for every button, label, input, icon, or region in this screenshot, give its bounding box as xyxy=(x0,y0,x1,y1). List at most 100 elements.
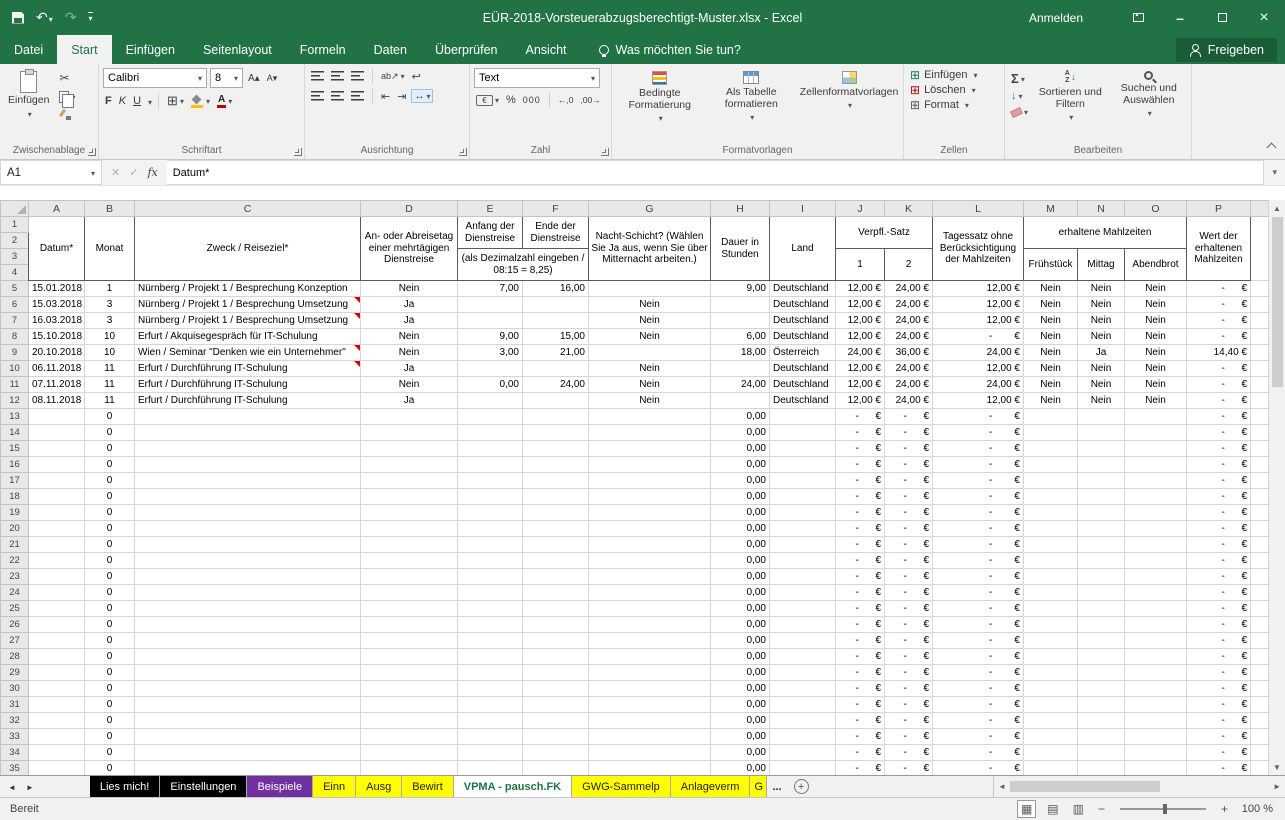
cell-B22[interactable]: 0 xyxy=(85,553,135,569)
cell-F25[interactable] xyxy=(523,601,589,617)
cell-J14[interactable]: - € xyxy=(836,425,885,441)
delete-cells-button[interactable]: ⊞Löschen xyxy=(908,83,1000,97)
col-header-C[interactable]: C xyxy=(135,201,361,217)
cell-C21[interactable] xyxy=(135,537,361,553)
cell-B23[interactable]: 0 xyxy=(85,569,135,585)
cell-K8[interactable]: 24,00 € xyxy=(885,329,933,345)
cell-M31[interactable] xyxy=(1024,697,1078,713)
cell-N13[interactable] xyxy=(1078,409,1125,425)
cell-A30[interactable] xyxy=(29,681,85,697)
cell-I29[interactable] xyxy=(770,665,836,681)
cell-C27[interactable] xyxy=(135,633,361,649)
cell-H31[interactable]: 0,00 xyxy=(711,697,770,713)
cell-L35[interactable]: - € xyxy=(933,761,1024,776)
cell-I12[interactable]: Deutschland xyxy=(770,393,836,409)
cell-M16[interactable] xyxy=(1024,457,1078,473)
cell-H11[interactable]: 24,00 xyxy=(711,377,770,393)
cell-G27[interactable] xyxy=(589,633,711,649)
header-ende[interactable]: Ende der Dienstreise xyxy=(523,217,589,249)
cell-G30[interactable] xyxy=(589,681,711,697)
cell-N25[interactable] xyxy=(1078,601,1125,617)
cell-G8[interactable]: Nein xyxy=(589,329,711,345)
cell-J32[interactable]: - € xyxy=(836,713,885,729)
col-header-P[interactable]: P xyxy=(1187,201,1251,217)
cell-O22[interactable] xyxy=(1125,553,1187,569)
select-all-corner[interactable] xyxy=(1,201,29,217)
cell-I17[interactable] xyxy=(770,473,836,489)
cell-C19[interactable] xyxy=(135,505,361,521)
cell-J17[interactable]: - € xyxy=(836,473,885,489)
cell-C5[interactable]: Nürnberg / Projekt 1 / Besprechung Konze… xyxy=(135,281,361,297)
ribbon-display-options-button[interactable] xyxy=(1117,0,1159,35)
cell-J23[interactable]: - € xyxy=(836,569,885,585)
cell-I27[interactable] xyxy=(770,633,836,649)
cell-O13[interactable] xyxy=(1125,409,1187,425)
cell-I30[interactable] xyxy=(770,681,836,697)
cell-L28[interactable]: - € xyxy=(933,649,1024,665)
cell-M29[interactable] xyxy=(1024,665,1078,681)
alignment-dialog-launcher[interactable] xyxy=(459,148,467,156)
cell-H6[interactable] xyxy=(711,297,770,313)
cell-E5[interactable]: 7,00 xyxy=(458,281,523,297)
cell-G24[interactable] xyxy=(589,585,711,601)
tab-einfuegen[interactable]: Einfügen xyxy=(112,35,189,64)
cell-P30[interactable]: - € xyxy=(1187,681,1251,697)
cell-N16[interactable] xyxy=(1078,457,1125,473)
sheet-tab-einstellungen[interactable]: Einstellungen xyxy=(160,776,247,797)
bold-button[interactable]: F xyxy=(103,94,114,108)
cell-L34[interactable]: - € xyxy=(933,745,1024,761)
row-header-28[interactable]: 28 xyxy=(1,649,29,665)
fill-button[interactable] xyxy=(1009,89,1030,103)
cell-H32[interactable]: 0,00 xyxy=(711,713,770,729)
cell-G34[interactable] xyxy=(589,745,711,761)
cell-C11[interactable]: Erfurt / Durchführung IT-Schulung xyxy=(135,377,361,393)
conditional-formatting-button[interactable]: Bedingte Formatierung xyxy=(616,68,704,142)
cell-E31[interactable] xyxy=(458,697,523,713)
cell-J5[interactable]: 12,00 € xyxy=(836,281,885,297)
align-top-button[interactable] xyxy=(309,70,326,82)
row-header-5[interactable]: 5 xyxy=(1,281,29,297)
cell-G9[interactable] xyxy=(589,345,711,361)
cell-H14[interactable]: 0,00 xyxy=(711,425,770,441)
next-sheet-icon[interactable] xyxy=(26,781,34,793)
enter-icon[interactable] xyxy=(129,166,138,179)
cell-H26[interactable]: 0,00 xyxy=(711,617,770,633)
cell-K25[interactable]: - € xyxy=(885,601,933,617)
share-button[interactable]: Freigeben xyxy=(1176,38,1277,62)
row-header-33[interactable]: 33 xyxy=(1,729,29,745)
cell-I14[interactable] xyxy=(770,425,836,441)
cell-H27[interactable]: 0,00 xyxy=(711,633,770,649)
cell-M23[interactable] xyxy=(1024,569,1078,585)
cell-B24[interactable]: 0 xyxy=(85,585,135,601)
cell-B29[interactable]: 0 xyxy=(85,665,135,681)
cell-M10[interactable]: Nein xyxy=(1024,361,1078,377)
scroll-up-icon[interactable] xyxy=(1269,200,1285,216)
cell-K33[interactable]: - € xyxy=(885,729,933,745)
cell-H17[interactable]: 0,00 xyxy=(711,473,770,489)
header-tagessatz[interactable]: Tagessatz ohne Berücksichtigung der Mahl… xyxy=(933,217,1024,281)
grow-font-button[interactable] xyxy=(246,72,262,85)
cell-N6[interactable]: Nein xyxy=(1078,297,1125,313)
cell-G18[interactable] xyxy=(589,489,711,505)
cell-F15[interactable] xyxy=(523,441,589,457)
zoom-in-icon[interactable] xyxy=(1218,801,1231,817)
insert-cells-button[interactable]: ⊞Einfügen xyxy=(908,68,1000,82)
cell-C28[interactable] xyxy=(135,649,361,665)
cell-I8[interactable]: Deutschland xyxy=(770,329,836,345)
cell-D18[interactable] xyxy=(361,489,458,505)
cell-A34[interactable] xyxy=(29,745,85,761)
cell-E16[interactable] xyxy=(458,457,523,473)
cell-D32[interactable] xyxy=(361,713,458,729)
cell-D24[interactable] xyxy=(361,585,458,601)
cell-K32[interactable]: - € xyxy=(885,713,933,729)
row-header-8[interactable]: 8 xyxy=(1,329,29,345)
cell-I23[interactable] xyxy=(770,569,836,585)
cell-B12[interactable]: 11 xyxy=(85,393,135,409)
header-datum[interactable]: Datum* xyxy=(29,217,85,281)
row-header-20[interactable]: 20 xyxy=(1,521,29,537)
cell-P11[interactable]: - € xyxy=(1187,377,1251,393)
cell-P23[interactable]: - € xyxy=(1187,569,1251,585)
col-header-B[interactable]: B xyxy=(85,201,135,217)
cell-G23[interactable] xyxy=(589,569,711,585)
cell-P17[interactable]: - € xyxy=(1187,473,1251,489)
